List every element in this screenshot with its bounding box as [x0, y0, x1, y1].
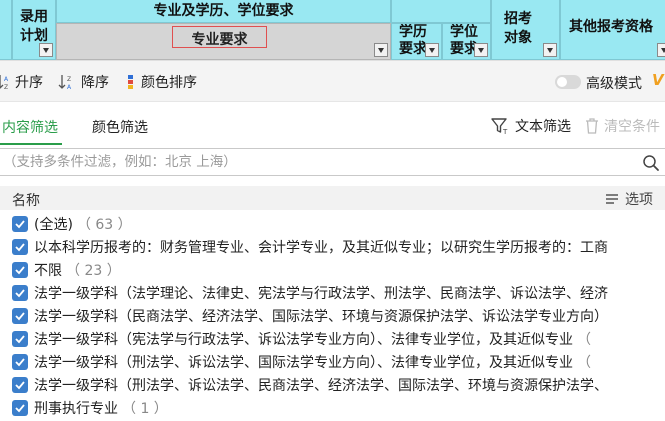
list-item[interactable]: 法学一级学科（民商法学、经济法学、国际法学、环境与资源保护法学、诉讼法学专业方向…: [12, 305, 665, 327]
list-item[interactable]: (全选) （ 63 ）: [12, 213, 665, 235]
checkbox-checked-icon[interactable]: [12, 216, 28, 232]
svg-text:A: A: [4, 76, 9, 83]
list-item[interactable]: 刑事执行专业 （ 1 ）: [12, 397, 665, 419]
filter-panel: 录用计划 专业及学历、学位要求 专业要求 学历要求 学位要求 招考对象 其他报考…: [0, 0, 665, 421]
list-item-count: （: [577, 355, 591, 371]
svg-text:A: A: [67, 84, 72, 90]
list-item[interactable]: 不限 （ 23 ）: [12, 259, 665, 281]
checkbox-checked-icon[interactable]: [12, 354, 28, 370]
spreadsheet-header: 录用计划 专业及学历、学位要求 专业要求 学历要求 学位要求 招考对象 其他报考…: [0, 0, 665, 60]
sort-toolbar: A Z 升序 Z A 降序 颜色排序 高级模式 V: [0, 60, 665, 102]
svg-text:Z: Z: [67, 76, 71, 83]
checkbox-checked-icon[interactable]: [12, 285, 28, 301]
list-item-count: （ 1 ）: [122, 401, 168, 417]
list-item-label: 法学一级学科（刑法学、诉讼法学、国际法学专业方向）、法律专业学位，及其近似专业: [34, 355, 573, 371]
svg-text:T: T: [502, 128, 508, 136]
search-box: [0, 148, 665, 176]
advanced-mode-toggle[interactable]: [555, 75, 581, 89]
list-item[interactable]: 法学一级学科（法学理论、法律史、宪法学与行政法学、刑法学、民商法学、诉讼法学、经…: [12, 282, 665, 304]
header-cell-edu[interactable]: 学历要求: [391, 23, 442, 60]
header-target-label: 招考对象: [504, 11, 532, 46]
funnel-icon: T: [491, 118, 508, 136]
list-item-label: 法学一级学科（法学理论、法律史、宪法学与行政法学、刑法学、民商法学、诉讼法学、经…: [34, 286, 608, 302]
list-item-label: 以本科学历报考的：财务管理专业、会计学专业，及其近似专业；以研究生学历报考的：工…: [34, 240, 608, 256]
sort-ascending-label: 升序: [15, 75, 43, 91]
filter-dropdown-button[interactable]: [657, 43, 665, 57]
header-cell-degree[interactable]: 学位要求: [442, 23, 491, 60]
options-label: 选项: [625, 192, 653, 208]
filter-tabs: 内容筛选 颜色筛选 T 文本筛选 清空条件: [0, 103, 665, 147]
trash-icon: [586, 118, 598, 134]
header-other-label: 其他报考资格: [569, 19, 653, 35]
list-header-name: 名称: [12, 193, 40, 209]
list-item-count: （ 23 ）: [66, 263, 121, 279]
checkbox-checked-icon[interactable]: [12, 331, 28, 347]
sort-ascending-icon: A Z: [0, 75, 9, 90]
toggle-knob: [557, 77, 567, 87]
header-cell-target[interactable]: 招考对象: [491, 0, 560, 60]
checkbox-checked-icon[interactable]: [12, 262, 28, 278]
tab-color-filter[interactable]: 颜色筛选: [92, 117, 148, 137]
header-major-group-label: 专业及学历、学位要求: [153, 3, 294, 19]
active-tab-underline: [0, 143, 62, 145]
list-item[interactable]: 法学一级学科（刑法学、诉讼法学、国际法学专业方向）、法律专业学位，及其近似专业 …: [12, 351, 665, 373]
header-cell-blank: [391, 0, 491, 23]
value-list: (全选) （ 63 ） 以本科学历报考的：财务管理专业、会计学专业，及其近似专业…: [0, 212, 665, 421]
list-item-count: （ 63 ）: [76, 217, 132, 233]
sort-descending-button[interactable]: Z A 降序: [58, 73, 109, 91]
sort-descending-label: 降序: [81, 75, 109, 91]
tab-content-filter[interactable]: 内容筛选: [2, 117, 58, 137]
filter-dropdown-button[interactable]: [543, 43, 557, 57]
filter-dropdown-button[interactable]: [374, 43, 388, 57]
clear-condition-button[interactable]: 清空条件: [584, 116, 660, 136]
header-cell-major-group: 专业及学历、学位要求: [56, 0, 391, 23]
color-sort-icon: [128, 75, 133, 89]
filter-dropdown-button[interactable]: [39, 43, 53, 57]
list-item-label: 不限: [34, 263, 62, 279]
list-item-label: 法学一级学科（宪法学与行政法学、诉讼法学专业方向）、法律专业学位，及其近似专业: [34, 332, 573, 348]
checkbox-checked-icon[interactable]: [12, 308, 28, 324]
sort-descending-icon: Z A: [58, 75, 72, 90]
checkbox-checked-icon[interactable]: [12, 377, 28, 393]
search-input[interactable]: [3, 152, 633, 172]
text-filter-label: 文本筛选: [515, 119, 571, 135]
list-item-label: 法学一级学科（民商法学、经济法学、国际法学、环境与资源保护法学、诉讼法学专业方向…: [34, 309, 608, 325]
clear-condition-label: 清空条件: [604, 119, 660, 135]
svg-text:Z: Z: [4, 84, 8, 90]
list-header: 名称 选项: [0, 186, 665, 210]
header-cell-other[interactable]: 其他报考资格: [560, 0, 665, 60]
header-cell-left-edge: [0, 0, 12, 60]
list-item[interactable]: 法学一级学科（宪法学与行政法学、诉讼法学专业方向）、法律专业学位，及其近似专业 …: [12, 328, 665, 350]
checkbox-checked-icon[interactable]: [12, 239, 28, 255]
list-item-label: 法学一级学科（刑法学、诉讼法学、民商法学、经济法学、国际法学、环境与资源保护法学…: [34, 378, 608, 394]
checkbox-checked-icon[interactable]: [12, 400, 28, 416]
list-item-count: （: [577, 332, 591, 348]
header-edu-label: 学历要求: [399, 24, 427, 57]
options-button[interactable]: 选项: [605, 189, 653, 209]
list-item[interactable]: 以本科学历报考的：财务管理专业、会计学专业，及其近似专业；以研究生学历报考的：工…: [12, 236, 665, 258]
header-cell-plan[interactable]: 录用计划: [12, 0, 56, 60]
header-plan-label: 录用计划: [20, 9, 48, 44]
header-cell-major-req[interactable]: 专业要求: [56, 23, 391, 60]
advanced-mode-label: 高级模式: [586, 76, 642, 92]
vip-icon: V: [652, 71, 664, 89]
header-major-req-label: 专业要求: [191, 32, 248, 48]
list-item-label: (全选): [34, 217, 73, 233]
list-item[interactable]: 法学一级学科（刑法学、诉讼法学、民商法学、经济法学、国际法学、环境与资源保护法学…: [12, 374, 665, 396]
sort-ascending-button[interactable]: A Z 升序: [0, 73, 43, 91]
options-icon: [606, 194, 618, 204]
filter-dropdown-button[interactable]: [425, 43, 439, 57]
list-item-label: 刑事执行专业: [34, 401, 118, 417]
search-icon[interactable]: [642, 154, 660, 172]
text-filter-button[interactable]: T 文本筛选: [490, 116, 571, 136]
color-sort-label: 颜色排序: [141, 75, 197, 91]
color-sort-button[interactable]: 颜色排序: [126, 73, 197, 91]
filter-dropdown-button[interactable]: [474, 43, 488, 57]
